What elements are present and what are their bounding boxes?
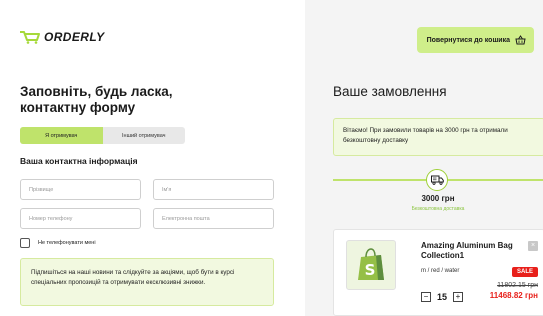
order-heading: Ваше замовлення: [333, 84, 447, 99]
free-delivery-notice: Вітаємо! При замовили товарів на 3000 гр…: [333, 118, 543, 156]
logo[interactable]: ORDERLY: [19, 30, 105, 44]
no-call-checkbox[interactable]: [20, 238, 30, 248]
cart-item: S Amazing Aluminum Bag Collection1 m / r…: [333, 229, 543, 316]
sale-price: 11468.82 грн: [489, 291, 538, 300]
contact-section-heading: Ваша контактна інформація: [20, 156, 138, 166]
remove-item-button[interactable]: ×: [528, 241, 538, 251]
logo-text: ORDERLY: [44, 30, 105, 44]
product-image: S: [346, 240, 396, 290]
quantity-value: 15: [437, 292, 448, 302]
old-price: 11802.15 грн: [497, 282, 538, 289]
email-input[interactable]: Електронна пошта: [153, 208, 274, 229]
recipient-toggle: Я отримувач Інший отримувач: [20, 127, 185, 144]
phone-input[interactable]: Номер телефону: [20, 208, 141, 229]
no-call-row: Не телефонувати мені: [20, 238, 96, 248]
threshold-amount: 3000 грн: [421, 194, 455, 203]
basket-icon: [515, 35, 526, 45]
form-title: Заповніть, будь ласка, контактну форму: [20, 84, 173, 115]
decrease-qty-button[interactable]: −: [421, 292, 431, 302]
surname-input[interactable]: Прізвище: [20, 179, 141, 200]
shopify-bag-icon: S: [358, 248, 384, 280]
product-name[interactable]: Amazing Aluminum Bag Collection1: [421, 241, 521, 261]
svg-text:S: S: [365, 261, 376, 279]
back-to-cart-label: Повернутися до кошика: [426, 36, 510, 44]
sale-badge: SALE: [511, 267, 538, 277]
tab-i-am-recipient[interactable]: Я отримувач: [20, 127, 103, 144]
increase-qty-button[interactable]: +: [453, 292, 464, 302]
delivery-progress: 3000 грн Безкоштовна доставка: [333, 167, 543, 217]
order-summary-panel: Повернутися до кошика Ваше замовлення Ві…: [305, 0, 543, 316]
name-input[interactable]: Ім'я: [153, 179, 274, 200]
quantity-stepper: − 15 +: [421, 292, 464, 302]
back-to-cart-button[interactable]: Повернутися до кошика: [416, 27, 534, 53]
tab-other-recipient[interactable]: Інший отримувач: [103, 127, 186, 144]
truck-icon: [426, 169, 448, 191]
product-variant: m / red / water: [421, 268, 460, 274]
threshold-label: Безкоштовна доставка: [411, 206, 465, 212]
no-call-label[interactable]: Не телефонувати мені: [38, 240, 96, 246]
checkout-form-panel: ORDERLY Заповніть, будь ласка, контактну…: [0, 0, 305, 316]
subscribe-notice: Підпишіться на наші новини та слідкуйте …: [20, 258, 274, 306]
cart-logo-icon: [20, 31, 40, 44]
